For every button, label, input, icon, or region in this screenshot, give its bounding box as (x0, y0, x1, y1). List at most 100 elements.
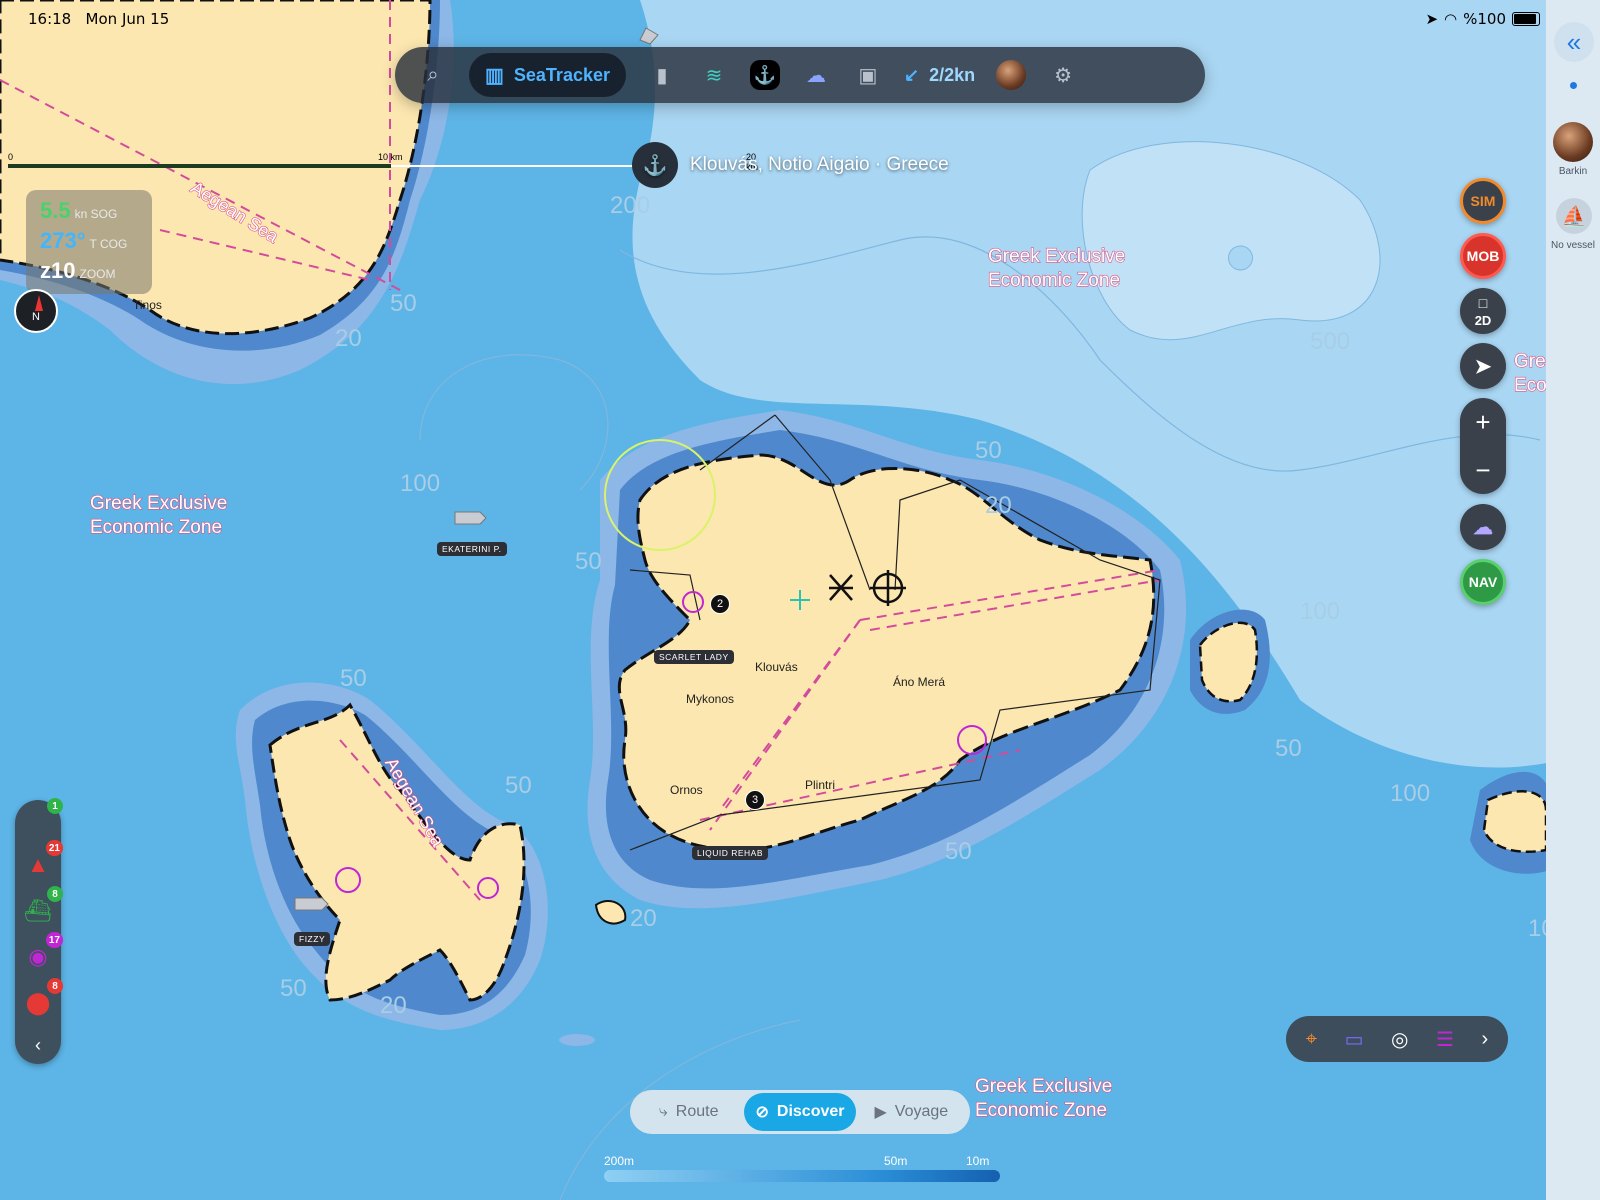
cluster-marker[interactable]: 3 (745, 790, 765, 810)
nav-info-panel[interactable]: 5.5 kn SOG 273° T COG z10 ZOOM (26, 190, 152, 294)
tab-discover[interactable]: ⊘ Discover (744, 1093, 856, 1131)
view-2d-button[interactable]: □ 2D (1460, 288, 1506, 334)
depth-label: 50 (505, 772, 532, 799)
user-avatar[interactable] (1553, 122, 1593, 162)
map-icon: ▥ (485, 64, 504, 87)
ruler-button[interactable]: ▭ (1345, 1027, 1364, 1052)
depth-label: 20 (985, 492, 1012, 519)
scale-mid: 10 km (378, 152, 403, 162)
place-ornos[interactable]: Ornos (670, 783, 703, 797)
octopus-button[interactable]: ☁ (790, 53, 842, 97)
cluster-marker[interactable]: 2 (710, 594, 730, 614)
left-layer-toolbar: 1 ▲ 21 ⛴ 8 ◉ 17 ⬤ 8 ‹ (15, 798, 63, 1064)
zoom-out-button[interactable]: − (1460, 446, 1506, 494)
vessel-tag-liquid-rehab[interactable]: LIQUID REHAB (692, 846, 768, 860)
map-tools-bar: ⌖ ▭ ◎ ☰ › (1286, 1016, 1508, 1062)
place-plintri[interactable]: Plintri (805, 778, 835, 792)
collapse-sidebar-button[interactable]: « (1554, 22, 1594, 62)
depth-label: 50 (575, 548, 602, 575)
scale-bar-line (8, 164, 391, 168)
page-indicator-dot (1570, 82, 1577, 89)
anchor-location-icon: ⚓ (632, 142, 678, 188)
settings-button[interactable]: ⚙ (1037, 53, 1089, 97)
depth-label: 100 (1300, 598, 1341, 625)
seatracker-label: SeaTracker (513, 64, 610, 85)
sim-button[interactable]: SIM (1460, 178, 1506, 224)
octopus-layer-button[interactable]: ☁ (1460, 504, 1506, 550)
depth-label: 50 (1275, 735, 1302, 762)
pin-icon: ⬤ (25, 990, 51, 1015)
dolphin-button[interactable]: ≋ (688, 53, 740, 97)
scale-bar-line-extension (391, 165, 636, 167)
vessel-tag-fizzy[interactable]: FIZZY (294, 932, 331, 946)
zone-label-west-line1: Greek Exclusive (89, 492, 228, 514)
depth-50m: 50m (884, 1154, 908, 1168)
warning-icon: ▲ (27, 852, 49, 877)
compass-button[interactable]: N (14, 289, 58, 333)
tab-voyage[interactable]: ▶ Voyage (856, 1093, 967, 1131)
location-pill[interactable]: ⚓ Klouvás, Notio Aigaio · Greece (632, 141, 967, 189)
anchor-alarm-button[interactable]: ⚓ (750, 60, 780, 90)
cog-value: 273° (40, 228, 86, 253)
vessel-tag-ekaterini[interactable]: EKATERINI P. (437, 542, 507, 556)
locate-button[interactable]: ➤ (1460, 343, 1506, 389)
filter-button[interactable]: ☰ (1436, 1027, 1454, 1052)
hide-layers-button[interactable]: ◎ (1391, 1027, 1408, 1052)
double-chevron-left-icon: « (1566, 26, 1582, 57)
depth-label: 50 (280, 975, 307, 1002)
seatracker-tab[interactable]: ▥ SeaTracker (469, 53, 626, 97)
collapse-toolbar-button[interactable]: ‹ (15, 1035, 61, 1056)
user-name: Barkin (1558, 166, 1588, 177)
search-button[interactable]: ⌕ (407, 53, 459, 97)
zone-label-west: Greek Exclusive Economic Zone (89, 492, 228, 540)
place-ano-mera[interactable]: Áno Merá (893, 675, 945, 689)
cog-label: T COG (89, 237, 128, 251)
bag-button[interactable]: ▣ (842, 53, 894, 97)
count-badge: 1 (47, 798, 63, 814)
depth-10m: 10m (966, 1154, 990, 1168)
zone-label-east-line2: Eco (1513, 374, 1547, 396)
crosshair-button[interactable]: ⌖ (1306, 1028, 1317, 1051)
places-badge: 17 (45, 932, 63, 948)
status-right: ➤ ◠ %100 (1425, 10, 1540, 28)
wind-icon: ↙ (904, 64, 920, 85)
warnings-button[interactable]: ▲ 21 (23, 840, 63, 880)
status-item[interactable]: 1 (23, 798, 63, 838)
play-icon: ▶ (874, 1104, 887, 1121)
depth-label: 100 (400, 470, 441, 497)
depth-label: 50 (945, 838, 972, 865)
vessel-button[interactable]: ⛵ (1556, 198, 1592, 234)
status-time: 16:18 Mon Jun 15 (28, 10, 170, 28)
zone-label-north-line1: Greek Exclusive (987, 245, 1126, 267)
place-mykonos[interactable]: Mykonos (686, 692, 734, 706)
mob-button[interactable]: MOB (1460, 233, 1506, 279)
wifi-icon: ◠ (1444, 10, 1458, 28)
battery-percent: %100 (1463, 10, 1506, 28)
places-button[interactable]: ◉ 17 (23, 932, 63, 972)
depth-label: 50 (390, 290, 417, 317)
nav-button[interactable]: NAV (1460, 559, 1506, 605)
depth-200m: 200m (604, 1154, 635, 1168)
logbook-button[interactable]: ▮ (636, 53, 688, 97)
scale-start: 0 (8, 152, 14, 162)
tab-route[interactable]: ⤷ Route (633, 1093, 744, 1131)
tab-voyage-label: Voyage (894, 1103, 949, 1120)
location-arrow-icon: ➤ (1425, 10, 1439, 28)
place-klouvas[interactable]: Klouvás (755, 660, 798, 674)
pins-button[interactable]: ⬤ 8 (23, 978, 63, 1018)
square-icon: □ (1478, 294, 1488, 311)
settings-icon: ⚙ (1054, 64, 1073, 87)
depth-gradient (604, 1170, 1000, 1182)
vessel-tag-scarlet-lady[interactable]: SCARLET LADY (654, 650, 734, 664)
dolphin-icon: ≋ (705, 64, 723, 87)
wind-speed-button[interactable]: ↙ 2/2kn (904, 53, 975, 97)
zone-label-north: Greek Exclusive Economic Zone (987, 245, 1126, 293)
vessels-button[interactable]: ⛴ 8 (23, 886, 63, 926)
profile-button[interactable] (985, 53, 1037, 97)
chevron-right-icon[interactable]: › (1482, 1028, 1489, 1051)
zoom-in-button[interactable]: + (1460, 398, 1506, 446)
place-tinos[interactable]: Tinos (133, 298, 162, 312)
vessels-badge: 8 (47, 886, 63, 902)
warnings-badge: 21 (45, 840, 63, 856)
zone-label-south-line1: Greek Exclusive (974, 1075, 1113, 1097)
